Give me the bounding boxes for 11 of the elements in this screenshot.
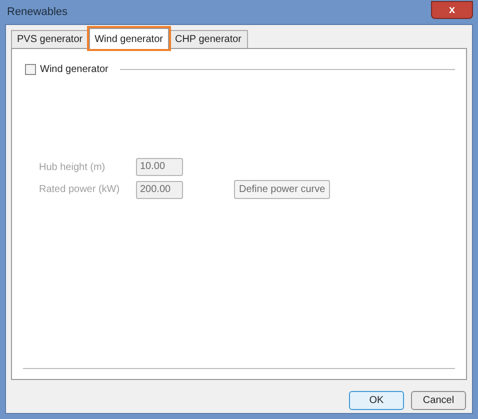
tab[interactable]: PVS generator: [11, 30, 89, 48]
field-label: Rated power (kW): [39, 183, 121, 197]
dialog-button[interactable]: Cancel: [411, 391, 466, 410]
checkbox-label: Wind generator: [40, 63, 108, 77]
tab[interactable]: Wind generator: [88, 28, 169, 49]
dialog-button[interactable]: OK: [349, 391, 404, 410]
field-label: Hub height (m): [39, 160, 106, 174]
close-button[interactable]: x: [431, 1, 473, 19]
checkbox[interactable]: [25, 64, 36, 75]
window-title: Renewables: [7, 4, 68, 20]
tab[interactable]: CHP generator: [168, 30, 248, 48]
